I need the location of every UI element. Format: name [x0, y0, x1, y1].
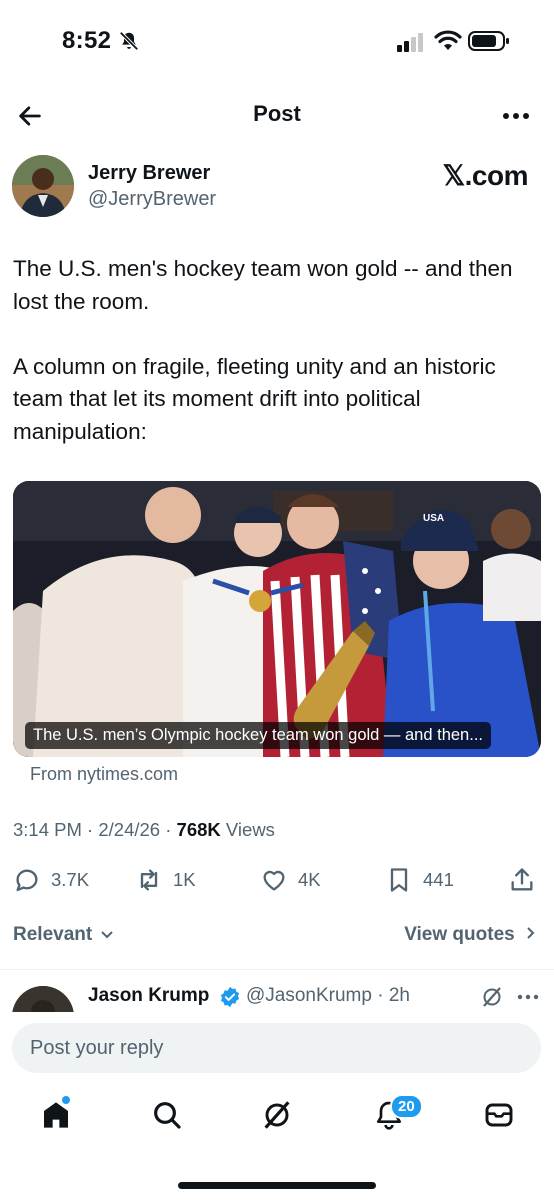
sort-dropdown[interactable]: Relevant [13, 924, 114, 946]
views-label: Views [225, 819, 275, 840]
wifi-icon [434, 30, 462, 50]
search-icon [154, 1102, 181, 1129]
tab-home[interactable] [26, 1085, 86, 1145]
like-count: 4K [298, 869, 321, 890]
author-name[interactable]: Jerry Brewer [88, 162, 210, 185]
tab-messages[interactable] [469, 1085, 529, 1145]
grok-icon[interactable] [480, 985, 504, 1009]
reply-icon [16, 869, 38, 892]
post-time: 3:14 PM [13, 819, 82, 840]
bookmark-count: 441 [423, 869, 454, 890]
verified-badge-icon [220, 986, 240, 1008]
chevron-down-icon [101, 931, 114, 939]
repost-button[interactable]: 1K [135, 860, 196, 900]
post-actions: 3.7K 1K 4K 441 [0, 860, 554, 900]
reply-count: 3.7K [51, 869, 90, 890]
bookmark-button[interactable]: 441 [385, 860, 454, 900]
post-date: 2/24/26 [98, 819, 161, 840]
bottom-tab-bar [0, 1085, 554, 1145]
tab-grok[interactable] [247, 1085, 307, 1145]
reply-more-icon[interactable] [515, 985, 541, 1009]
grok-icon [264, 1101, 290, 1129]
share-button[interactable] [508, 860, 536, 900]
battery-icon [468, 31, 509, 51]
svg-text:USA: USA [423, 513, 444, 524]
bookmark-icon [390, 868, 408, 892]
link-source[interactable]: From nytimes.com [30, 764, 178, 785]
repost-count: 1K [173, 869, 196, 890]
post-meta: 3:14 PM · 2/24/26 · 768K Views [13, 819, 275, 840]
more-options-button[interactable] [496, 96, 536, 136]
reply-time: 2h [388, 985, 410, 1006]
views-count: 768K [176, 819, 221, 840]
author-handle[interactable]: @JerryBrewer [88, 188, 216, 211]
tab-search[interactable] [137, 1085, 197, 1145]
status-bar: 8:52 [0, 0, 554, 80]
link-card-image[interactable]: USA The U.S. men’s Olympic hockey team w… [13, 481, 541, 757]
hockey-team-photo: USA [13, 481, 541, 757]
link-card-title: The U.S. men’s Olympic hockey team won g… [25, 722, 491, 749]
avatar-photo [12, 155, 74, 217]
reply-button[interactable]: 3.7K [13, 860, 89, 900]
heart-icon [263, 870, 285, 891]
notifications-badge: 20 [390, 1094, 423, 1119]
reply-input[interactable]: Post your reply [12, 1023, 541, 1073]
chevron-right-icon [527, 927, 535, 939]
sort-label: Relevant [13, 924, 93, 945]
home-indicator [178, 1182, 376, 1189]
divider [0, 969, 554, 970]
home-unread-dot [60, 1094, 72, 1106]
reply-author-handle: @JasonKrump [246, 985, 372, 1006]
reply-author-name[interactable]: Jason Krump [88, 985, 209, 1007]
status-time: 8:52 [62, 27, 112, 54]
post-header: Post [0, 88, 554, 142]
mail-icon [485, 1103, 513, 1127]
view-quotes-label: View quotes [404, 924, 515, 945]
bell-off-icon [119, 31, 139, 51]
page-title: Post [253, 101, 301, 126]
post-text: The U.S. men's hockey team won gold -- a… [13, 256, 513, 444]
share-icon [511, 868, 533, 891]
author-avatar[interactable] [12, 155, 74, 217]
like-button[interactable]: 4K [260, 860, 321, 900]
more-dots-icon [503, 113, 529, 119]
reply-author-meta: @JasonKrump · 2h [246, 985, 410, 1006]
view-quotes-link[interactable]: View quotes [404, 924, 536, 946]
repost-icon [140, 869, 158, 891]
xcom-badge: 𝕏.com [442, 160, 529, 191]
cellular-signal-icon [397, 33, 423, 52]
